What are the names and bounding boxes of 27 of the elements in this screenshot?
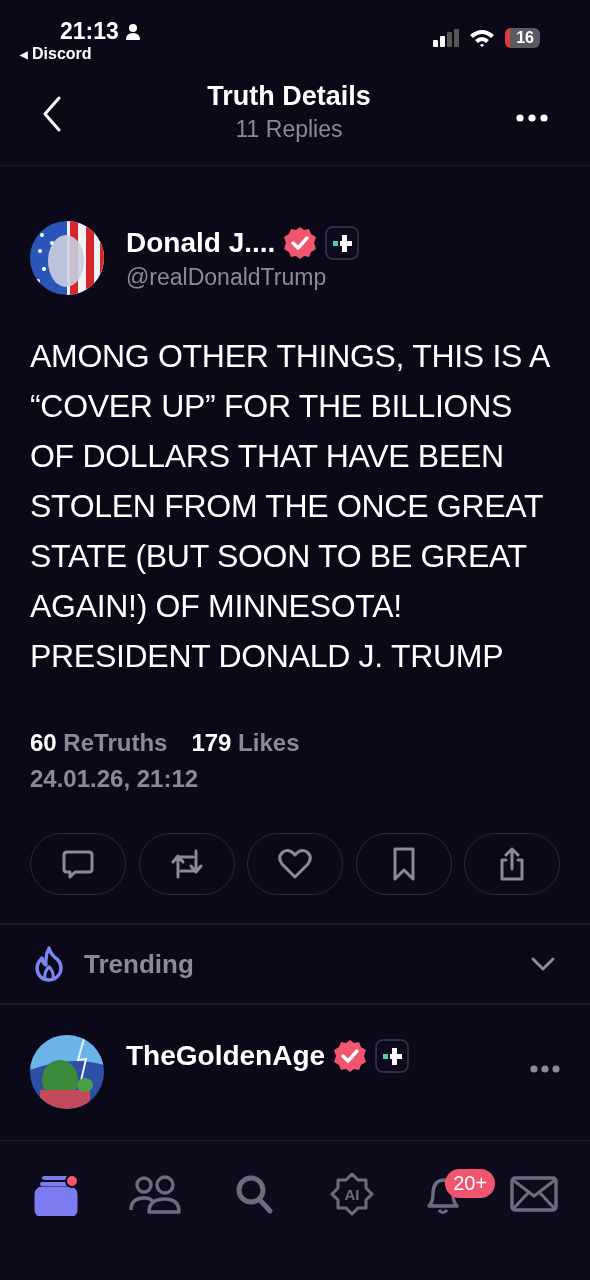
back-arrow[interactable]: ◀: [20, 48, 28, 60]
flame-icon: [34, 946, 64, 982]
chevron-icon[interactable]: [530, 956, 556, 972]
back-button[interactable]: [42, 95, 62, 132]
post-text: AMONG OTHER THINGS, THIS IS A “COVER UP” FOR THE BILLIONS OF DOLLARS THAT HAVE BEEN STOLEN FROM THE ONCE GREAT STATE (BUT SOON TO BE GREAT AGAIN!) OF MINNESOTA! PRESIDENT DONALD J. TRUMP: [30, 337, 550, 676]
reply-count: 11 Replies: [235, 115, 343, 143]
back-to-app-link[interactable]: Discord: [32, 45, 92, 63]
post-timestamp: 24.01.26, 21:12: [30, 765, 200, 793]
heart-icon: [278, 848, 312, 880]
author-name[interactable]: Donald J....: [126, 226, 276, 259]
page-title: Truth Details: [207, 80, 371, 112]
trending-section-header[interactable]: Trending: [0, 923, 590, 1005]
stat-text[interactable]: 60 ReTruths: [30, 729, 168, 757]
notification-count-badge: 20+: [445, 1169, 496, 1198]
battery-indicator: 16: [505, 28, 540, 48]
plus-badge-icon: [375, 1039, 410, 1073]
stat-text[interactable]: 179 Likes: [191, 729, 300, 757]
author-handle[interactable]: @realDonaldTrump: [126, 263, 360, 291]
clock-time: 21:13: [60, 18, 119, 45]
plus-badge-icon: [325, 225, 360, 260]
trending-label: Trending: [84, 948, 195, 980]
more-options-icon[interactable]: [530, 1065, 560, 1073]
more-options-icon[interactable]: [516, 113, 548, 122]
wifi-icon: [469, 28, 496, 48]
person-icon: [124, 22, 141, 41]
signal-icon: [433, 29, 460, 47]
author-name[interactable]: TheGoldenAge: [126, 1040, 326, 1072]
